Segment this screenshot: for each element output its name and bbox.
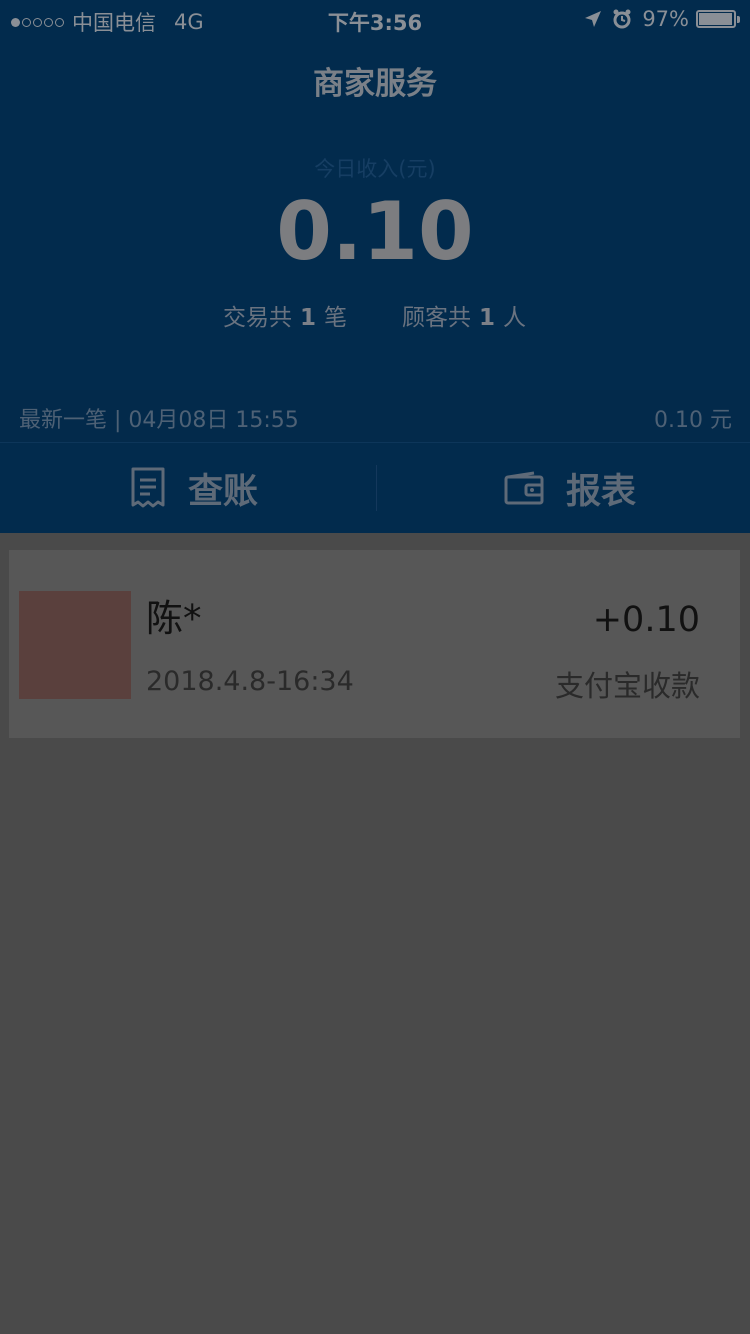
customers-stat: 顾客共 1 人	[402, 298, 526, 332]
report-label: 报表	[566, 471, 637, 512]
status-right: 97%	[584, 7, 740, 31]
battery-percent: 97%	[642, 7, 689, 31]
location-arrow-icon	[585, 11, 602, 27]
transaction-time: 2018.4.8-16:34	[146, 666, 354, 697]
header: 中国电信 4G 下午3:56 97% 商家服务 今日收入(元) 0.10 交易共…	[0, 0, 750, 533]
check-bill-button[interactable]: 查账	[130, 443, 258, 533]
battery-tip	[737, 15, 740, 23]
transaction-method: 支付宝收款	[554, 669, 700, 703]
transaction-item[interactable]: 陈* 2018.4.8-16:34 +0.10 支付宝收款	[9, 550, 740, 738]
status-bar: 中国电信 4G 下午3:56 97%	[0, 0, 750, 40]
receipt-icon	[131, 467, 165, 508]
customers-suffix: 人	[503, 305, 527, 331]
transactions-count: 1	[300, 305, 317, 331]
transactions-stat: 交易共 1 笔	[223, 298, 347, 332]
report-button[interactable]: 报表	[504, 443, 636, 533]
customers-count: 1	[479, 305, 496, 331]
alarm-clock-icon	[613, 9, 631, 29]
actions-divider	[376, 465, 377, 511]
transaction-amount: +0.10	[592, 600, 700, 640]
actions-bar: 查账 报表	[0, 443, 750, 533]
transactions-prefix: 交易共	[223, 305, 292, 331]
transactions-suffix: 笔	[324, 305, 348, 331]
wallet-icon	[504, 471, 544, 505]
latest-transaction-bar[interactable]: 最新一笔 | 04月08日 15:55 0.10 元	[0, 390, 750, 443]
latest-label: 最新一笔 | 04月08日 15:55	[19, 408, 299, 433]
check-bill-label: 查账	[188, 471, 259, 512]
latest-amount: 0.10 元	[654, 408, 732, 433]
transaction-name: 陈*	[146, 597, 202, 640]
battery-icon	[696, 10, 736, 28]
income-amount: 0.10	[276, 185, 474, 278]
page-title: 商家服务	[313, 66, 437, 102]
avatar	[19, 591, 131, 699]
customers-prefix: 顾客共	[402, 305, 471, 331]
battery-fill	[699, 13, 732, 25]
income-label: 今日收入(元)	[314, 157, 436, 181]
